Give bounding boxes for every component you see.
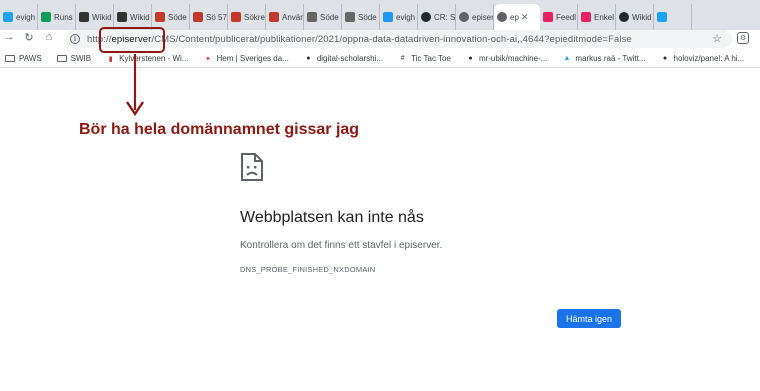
tab[interactable]: Feedl [540,4,578,30]
bookmark-label: Hem | Sveriges da... [216,54,289,63]
bookmark-label: Tic Tac Toe [411,54,451,63]
b-icon [345,12,355,22]
tab-label: Wikid [130,12,150,22]
tab-label: Använ [282,12,304,22]
tab-label: Runs [54,12,73,22]
tab-label: Sökre [244,12,265,22]
bookmark-item[interactable]: # Tic Tac Toe [398,54,451,63]
annotation-highlight-box [99,27,165,53]
globe-icon [459,12,469,22]
tab[interactable]: evigh [0,4,38,30]
pinwheel-icon: ✦ [205,55,211,63]
kb-icon: ▮ [108,55,113,63]
tab-label: Sö 57 [206,12,227,22]
reload-button[interactable]: Hämta igen [557,309,621,328]
kb-icon [269,12,279,22]
address-bar[interactable]: i http://episerver/CMS/Content/publicera… [66,30,732,48]
bookmark-label: markus raä - Twitt... [575,54,646,63]
bookmark-label: PAWS [19,54,42,63]
tab-label: Söde [320,12,339,22]
extension-icon[interactable]: ⚙ [737,32,749,44]
tab[interactable]: Söde [342,4,380,30]
sheets-icon [41,12,51,22]
bookmark-item[interactable]: ● mr-ubik/machine-... [466,54,547,63]
tab[interactable]: ep ✕ [494,4,540,30]
twitter-icon [657,12,667,22]
bookmark-label: SWIB [70,54,92,63]
bookmark-item[interactable]: ● digital-scholarshi... [304,54,383,63]
twitter-icon [3,12,13,22]
forward-icon[interactable]: → [2,31,16,43]
tab[interactable]: Söde [304,4,342,30]
tab-label: episer [472,12,494,22]
error-code: DNS_PROBE_FINISHED_NXDOMAIN [240,265,376,274]
diamond-icon [383,12,393,22]
tab[interactable]: Sökre [228,4,266,30]
asterisk-icon [193,12,203,22]
tab[interactable]: Sö 57 [190,4,228,30]
tab-label: Söde [168,12,187,22]
bookmark-item[interactable]: ● holoviz/panel: A hi... [661,54,745,63]
annotation-text: Bör ha hela domännamnet gissar jag [79,121,360,138]
tab-label: Wikid [92,12,112,22]
github-icon: ● [468,55,473,62]
pinwheel-icon [543,12,553,22]
tab[interactable]: Använ [266,4,304,30]
error-title: Webbplatsen kan inte nås [240,209,424,226]
reload-icon[interactable]: ↻ [22,31,36,44]
tab-label: Enkel [594,12,615,22]
bookmark-label: digital-scholarshi... [316,54,384,63]
folder-icon [5,55,15,62]
bookmark-label: mr-ubik/machine-... [478,54,548,63]
tab-strip: evigh Runs Wikid Wikid Söde Sö 57 Sökre Använ Sö… [0,0,760,30]
pinwheel-icon [581,12,591,22]
wikidata-icon [117,12,127,22]
kb-icon [231,12,241,22]
github-icon [421,12,431,22]
bookmark-item[interactable]: ✦ Hem | Sveriges da... [203,54,289,63]
bookmark-item[interactable]: PAWS [5,54,42,63]
tab[interactable] [654,4,692,30]
globe-icon [497,12,507,22]
github-icon: ● [662,55,668,62]
b-icon [307,12,317,22]
bookmark-star-icon[interactable]: ☆ [712,32,722,45]
bookmark-label: holoviz/panel: A hi... [673,54,745,63]
tictactoe-icon: # [400,55,405,62]
home-icon[interactable]: ⌂ [42,31,56,43]
bookmark-item[interactable]: ▲ markus raä - Twitt... [562,54,645,63]
tab[interactable]: evigh [380,4,418,30]
tab-label: Feedl [556,12,577,22]
kb-icon [155,12,165,22]
tab[interactable]: Enkel [578,4,616,30]
wikidata-icon [79,12,89,22]
sad-document-icon [241,153,263,181]
tab[interactable]: Runs [38,4,76,30]
tab[interactable]: CR: S [418,4,456,30]
error-description: Kontrollera om det finns ett stavfel i e… [240,240,443,251]
tab-label: evigh [396,12,416,22]
info-icon[interactable]: i [70,34,80,44]
url-path: /CMS/Content/publicerat/publikationer/20… [151,33,632,45]
twitter-icon: ▲ [563,55,571,62]
annotation-arrow-icon [126,54,144,117]
url-text[interactable]: http://episerver/CMS/Content/publicerat/… [87,34,632,45]
github-icon [619,12,629,22]
tab-label: Söde [358,12,377,22]
github-icon: ● [306,55,311,62]
bookmark-item[interactable]: SWIB [56,54,92,63]
tab[interactable]: Wikid [616,4,654,30]
tab-label: Wikid [632,12,652,22]
tab-label: evigh [16,12,36,22]
tab[interactable]: episer [456,4,494,30]
tab-label: CR: S [434,12,456,22]
tab-label: ep [510,12,519,22]
close-tab-icon[interactable]: ✕ [521,12,529,23]
folder-icon [56,55,67,62]
